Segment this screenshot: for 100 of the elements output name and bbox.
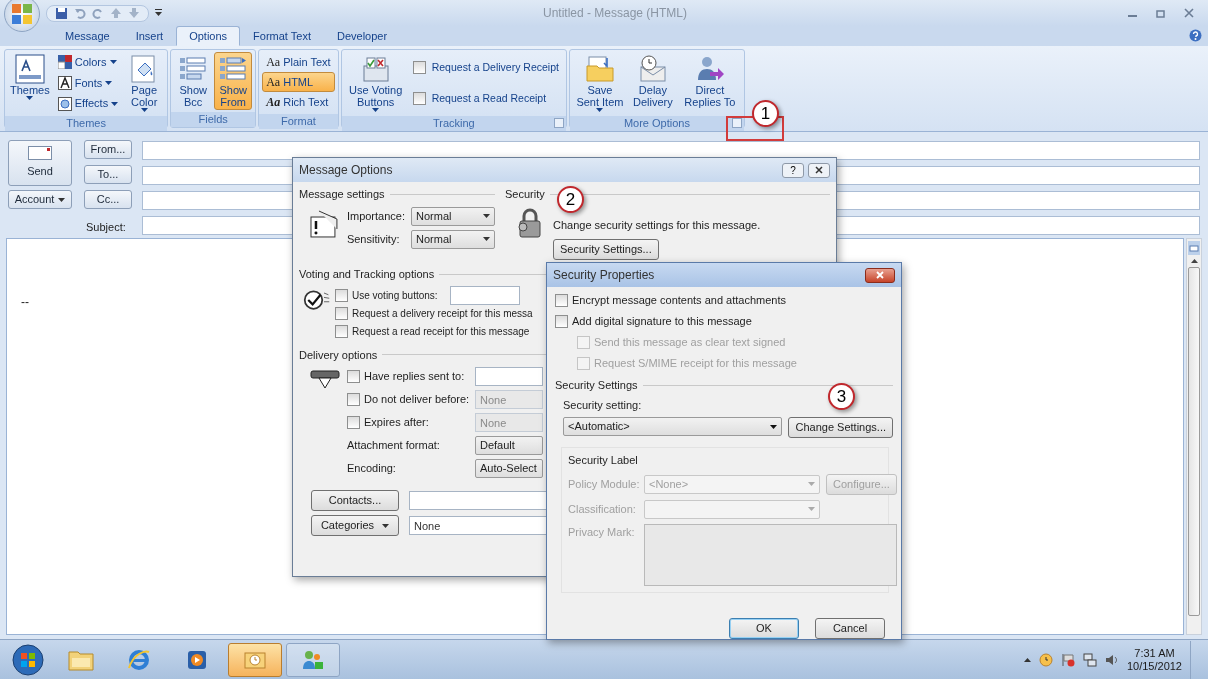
caret-icon	[770, 424, 778, 429]
dropdown[interactable]: Normal	[411, 229, 495, 249]
format-glyph: Aa	[266, 54, 281, 71]
send-button[interactable]: Send	[8, 140, 72, 186]
cancel-button[interactable]: Cancel	[815, 617, 885, 639]
group-label: Themes	[66, 116, 106, 132]
close-icon[interactable]	[1184, 8, 1194, 18]
format-glyph: Aa	[266, 74, 281, 91]
ribbon-button[interactable]: Aa Plain Text	[262, 52, 335, 72]
clock-tray-icon[interactable]	[1038, 652, 1053, 667]
contacts-button[interactable]: Contacts...	[311, 490, 399, 511]
people-icon	[301, 648, 325, 671]
ribbon-button[interactable]: Save Sent Item	[572, 52, 627, 114]
input-field[interactable]	[449, 286, 520, 305]
field-label: Importance:	[346, 208, 405, 224]
checkbox[interactable]	[412, 92, 426, 105]
ribbon-tab[interactable]: Insert	[122, 26, 177, 46]
categories-button[interactable]: Categories	[311, 515, 399, 536]
squares-icon	[10, 2, 34, 26]
ribbon-button[interactable]: Use Voting Buttons	[344, 52, 407, 114]
network-icon[interactable]	[1082, 652, 1097, 667]
up-arrow-icon[interactable]	[110, 6, 122, 19]
office-button[interactable]	[4, 0, 40, 32]
dialog-launcher-button[interactable]	[553, 118, 564, 128]
close-icon	[815, 166, 823, 174]
ribbon-button[interactable]: Page Color	[124, 52, 165, 114]
checkbox[interactable]	[412, 61, 426, 74]
ribbon-tab[interactable]: Message	[52, 26, 123, 46]
checkbox-label[interactable]: Request a Read Receipt	[431, 90, 547, 107]
themes-icon	[14, 54, 45, 84]
address-button[interactable]: Cc...	[84, 190, 132, 209]
checkbox[interactable]	[555, 293, 568, 307]
ribbon-button[interactable]: Effects	[53, 94, 123, 113]
checkbox-label[interactable]: Request a delivery receipt for this messa	[352, 306, 533, 321]
ribbon-button[interactable]: Aa HTML	[262, 72, 335, 92]
hand-envelope-icon	[309, 367, 341, 391]
dropdown[interactable]: Default	[475, 436, 543, 455]
checkbox-label[interactable]: Request a read receipt for this message	[352, 324, 530, 339]
scrollbar[interactable]	[1186, 238, 1202, 635]
security-settings-button[interactable]: Security Settings...	[553, 239, 659, 260]
checkbox-label[interactable]: Have replies sent to:	[364, 368, 465, 385]
effects-icon	[57, 96, 72, 111]
help-button[interactable]: ?	[782, 162, 804, 178]
ok-button[interactable]: OK	[729, 617, 799, 639]
ribbon-button[interactable]: Themes	[8, 52, 52, 114]
group-label: Format	[281, 114, 316, 130]
address-button[interactable]: To...	[84, 165, 132, 184]
redo-icon[interactable]	[92, 6, 104, 19]
ribbon-button[interactable]: Delay Delivery	[628, 52, 677, 114]
checkbox-label[interactable]: Add digital signature to this message	[572, 312, 752, 330]
checkbox-label[interactable]: Use voting buttons:	[352, 288, 438, 303]
group-label: Fields	[198, 112, 228, 128]
checkbox[interactable]	[555, 314, 568, 328]
ruler-icon[interactable]	[1188, 241, 1200, 255]
caret-icon	[808, 482, 815, 486]
tray-expand-icon[interactable]	[1023, 657, 1031, 662]
ribbon-button[interactable]: Show Bcc	[174, 52, 213, 110]
address-button[interactable]: From...	[84, 140, 132, 159]
checkbox[interactable]	[347, 370, 360, 383]
ribbon-tab[interactable]: Options	[176, 26, 241, 46]
categories-field[interactable]: None	[409, 516, 547, 535]
account-button[interactable]: Account	[8, 190, 72, 209]
ribbon-button[interactable]: Direct Replies To	[678, 52, 741, 114]
customize-icon[interactable]	[155, 9, 162, 17]
dropdown[interactable]: Auto-Select	[475, 459, 543, 478]
checkbox[interactable]	[335, 289, 348, 302]
checkbox[interactable]	[335, 325, 348, 338]
palette-icon	[57, 55, 72, 70]
ribbon-tab[interactable]: Format Text	[240, 26, 324, 46]
section-label: Message settings	[299, 187, 385, 202]
checkbox[interactable]	[335, 307, 348, 320]
checkbox-label[interactable]: Encrypt message contents and attachments	[572, 291, 786, 309]
ribbon-tab[interactable]: Developer	[323, 26, 401, 46]
undo-icon[interactable]	[74, 6, 86, 19]
ribbon-button[interactable]: Show From	[214, 52, 253, 110]
dialog-launcher-button[interactable]	[731, 118, 742, 128]
field-label: Policy Module:	[568, 476, 638, 492]
restore-icon[interactable]	[1156, 8, 1166, 18]
ribbon-button[interactable]: Fonts	[53, 73, 123, 93]
checkbox-label[interactable]: Request a Delivery Receipt	[431, 59, 559, 76]
down-arrow-icon[interactable]	[128, 6, 140, 19]
help-icon[interactable]	[1189, 29, 1202, 42]
close-button[interactable]	[865, 267, 895, 283]
ribbon-button[interactable]: Aa Rich Text	[262, 92, 335, 112]
close-icon	[876, 271, 884, 279]
speaker-icon[interactable]	[1104, 652, 1119, 667]
clock-date[interactable]: 10/15/2012	[1126, 659, 1182, 673]
ribbon-button[interactable]: Colors	[53, 53, 123, 72]
taskbar-button[interactable]	[286, 642, 340, 677]
folder-icon	[584, 54, 615, 84]
input-field[interactable]	[475, 367, 543, 386]
save-icon[interactable]	[55, 6, 68, 20]
change-settings-button[interactable]: Change Settings...	[788, 417, 893, 438]
taskbar-button[interactable]	[228, 642, 282, 677]
dropdown[interactable]: Normal	[411, 206, 495, 226]
dropdown[interactable]: <Automatic>	[563, 417, 783, 436]
close-button[interactable]	[808, 162, 830, 178]
clock-time[interactable]: 7:31 AM	[1134, 646, 1175, 660]
flag-icon[interactable]	[1060, 652, 1075, 667]
input-field[interactable]	[409, 491, 547, 510]
